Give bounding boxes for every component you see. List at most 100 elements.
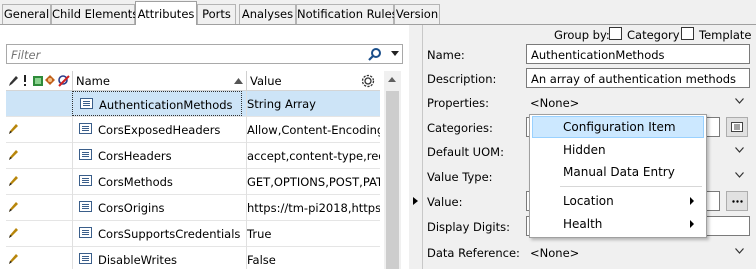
attribute-name-cell[interactable]: CorsMethods: [72, 169, 242, 194]
filter-box: [6, 44, 403, 64]
name-label: Name:: [427, 48, 465, 62]
template-checkbox[interactable]: [681, 27, 694, 40]
attribute-value[interactable]: GET,OPTIONS,POST,PATCH: [247, 175, 380, 189]
pane-splitter[interactable]: [409, 25, 423, 269]
attribute-row[interactable]: CorsOrigins https://tm-pi2018,https://tr: [6, 195, 380, 221]
tab-attributes[interactable]: Attributes: [135, 1, 197, 25]
attribute-name: CorsExposedHeaders: [98, 123, 221, 137]
attribute-name-cell[interactable]: CorsExposedHeaders: [72, 117, 242, 142]
menu-item-label: Manual Data Entry: [563, 165, 675, 179]
attribute-value[interactable]: String Array: [247, 97, 380, 111]
category-list-icon: [731, 122, 743, 132]
pencil-icon: [9, 254, 18, 264]
chevron-down-icon: [735, 147, 744, 153]
value-column-header[interactable]: Value: [250, 74, 282, 88]
tab-ports[interactable]: Ports: [197, 4, 236, 24]
pencil-icon: [9, 228, 18, 238]
tab-child-elements[interactable]: Child Elements: [51, 4, 138, 24]
tab-general[interactable]: General: [2, 4, 51, 24]
attribute-name: CorsMethods: [98, 175, 173, 189]
tab-version[interactable]: Version: [394, 4, 440, 24]
tab-bar: General Child Elements Attributes Ports …: [0, 0, 756, 25]
value-editor-button[interactable]: [726, 191, 748, 211]
attribute-name-cell[interactable]: CorsOrigins: [72, 195, 242, 220]
pencil-icon: [9, 202, 18, 212]
attribute-name-cell[interactable]: CorsSupportsCredentials: [72, 221, 242, 246]
display-digits-label: Display Digits:: [427, 220, 510, 234]
attribute-row[interactable]: AuthenticationMethods String Array: [6, 91, 380, 117]
attributes-grid: Name Value AuthenticationMethods String …: [6, 71, 380, 269]
attribute-name: AuthenticationMethods: [99, 98, 233, 112]
description-field[interactable]: An array of authentication methods: [526, 68, 750, 88]
attributes-list-pane: Name Value AuthenticationMethods String …: [0, 25, 410, 269]
filter-dropdown-icon[interactable]: [391, 51, 399, 56]
menu-item-location[interactable]: Location: [532, 190, 704, 212]
grid-vertical-scrollbar[interactable]: [384, 71, 401, 269]
menu-item-health[interactable]: Health: [532, 213, 704, 235]
search-icon[interactable]: [367, 47, 383, 62]
column-settings-gear-icon[interactable]: [360, 73, 376, 89]
header-separator: [246, 71, 247, 91]
menu-item-hidden[interactable]: Hidden: [532, 139, 704, 161]
sort-ascending-icon[interactable]: [234, 78, 243, 84]
attribute-icon: [79, 149, 92, 160]
filter-input[interactable]: [9, 46, 368, 63]
name-field[interactable]: AuthenticationMethods: [526, 44, 750, 64]
pencil-icon: [9, 124, 18, 134]
expand-arrow-icon[interactable]: [413, 197, 418, 205]
attribute-name-cell[interactable]: CorsHeaders: [72, 143, 242, 168]
properties-label: Properties:: [427, 96, 489, 110]
pencil-icon: [9, 76, 18, 86]
category-checkbox[interactable]: [609, 27, 622, 40]
sort-order-icon: [24, 75, 26, 86]
attribute-icon: [80, 98, 93, 109]
attribute-value[interactable]: accept,content-type,reques: [247, 149, 380, 163]
data-reference-dropdown[interactable]: <None>: [526, 243, 750, 263]
attribute-icon: [79, 123, 92, 134]
menu-item-label: Health: [563, 217, 603, 231]
tab-notification-rules[interactable]: Notification Rules: [296, 4, 398, 24]
value-type-label: Value Type:: [427, 170, 493, 184]
attribute-row[interactable]: CorsExposedHeaders Allow,Content-Encodin…: [6, 117, 380, 143]
categories-browse-button[interactable]: [726, 117, 748, 137]
attribute-row[interactable]: CorsSupportsCredentials True: [6, 221, 380, 247]
description-label: Description:: [427, 72, 497, 86]
submenu-arrow-icon: [690, 197, 694, 205]
properties-value: <None>: [530, 96, 580, 110]
attribute-value[interactable]: False: [247, 253, 380, 267]
attribute-row[interactable]: DisableWrites False: [6, 247, 380, 269]
description-value: An array of authentication methods: [531, 72, 737, 86]
configuration-icon: [33, 76, 43, 86]
attribute-name-cell[interactable]: DisableWrites: [72, 247, 242, 269]
menu-item-configuration-item[interactable]: Configuration Item: [532, 116, 704, 138]
attribute-row[interactable]: CorsMethods GET,OPTIONS,POST,PATCH: [6, 169, 380, 195]
chevron-down-icon: [735, 172, 744, 178]
data-reference-value: <None>: [530, 246, 580, 260]
header-separator: [72, 71, 73, 91]
attribute-value[interactable]: True: [247, 227, 380, 241]
data-reference-label: Data Reference:: [427, 246, 520, 260]
menu-separator: [560, 186, 702, 187]
attribute-value[interactable]: https://tm-pi2018,https://tr: [247, 201, 380, 215]
grid-header: Name Value: [6, 71, 380, 91]
pencil-icon: [9, 150, 18, 160]
name-column-header[interactable]: Name: [76, 74, 110, 88]
attribute-value[interactable]: Allow,Content-Encoding,Co: [247, 123, 380, 137]
properties-dropdown[interactable]: <None>: [526, 93, 750, 113]
name-value: AuthenticationMethods: [531, 48, 665, 62]
tab-analyses[interactable]: Analyses: [239, 4, 296, 24]
scrollbar-thumb[interactable]: [386, 91, 399, 269]
menu-item-manual-data-entry[interactable]: Manual Data Entry: [532, 161, 704, 183]
attribute-name-cell[interactable]: AuthenticationMethods: [72, 91, 242, 116]
value-label: Value:: [427, 195, 463, 209]
pencil-icon: [9, 176, 18, 186]
scroll-up-arrow-icon[interactable]: [388, 77, 396, 82]
attribute-row[interactable]: CorsHeaders accept,content-type,reques: [6, 143, 380, 169]
ellipsis-icon: [732, 200, 743, 203]
template-checkbox-label: Template: [699, 28, 752, 42]
excluded-icon: [58, 75, 70, 87]
submenu-arrow-icon: [690, 220, 694, 228]
attribute-icon: [79, 201, 92, 212]
menu-item-label: Location: [563, 194, 614, 208]
chevron-down-icon: [735, 98, 744, 104]
